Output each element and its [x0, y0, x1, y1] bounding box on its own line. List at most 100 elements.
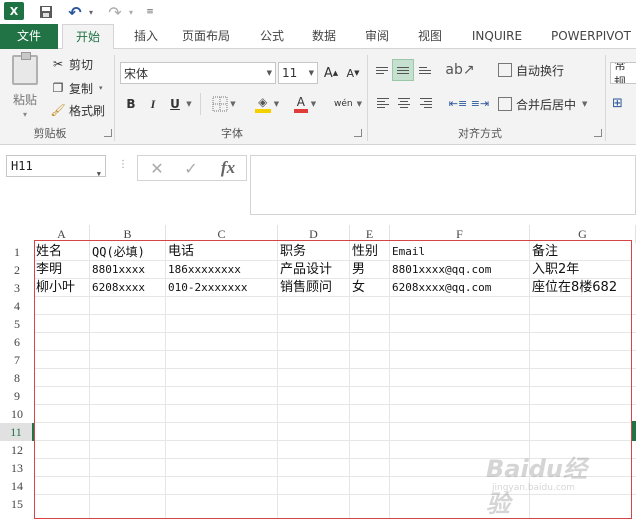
cell-g2[interactable]: 入职2年	[530, 261, 632, 279]
number-format-select[interactable]: 常规	[610, 62, 636, 84]
tab-powerpivot[interactable]: POWERPIVOT	[546, 24, 636, 49]
alignment-launcher-icon[interactable]	[594, 129, 602, 137]
increase-indent-button[interactable]: ≡⇥	[470, 93, 490, 113]
redo-dropdown-icon[interactable]: ▾	[126, 2, 136, 22]
font-size-select[interactable]: 11 ▼	[278, 62, 318, 84]
formula-bar-grip-icon[interactable]: ⋮	[118, 159, 128, 170]
align-bottom-button[interactable]	[416, 61, 434, 79]
font-launcher-icon[interactable]	[354, 129, 362, 137]
cell-e1[interactable]: 性别	[350, 243, 390, 261]
font-color-button[interactable]: A ▼	[288, 93, 322, 115]
row-header[interactable]: 5	[0, 315, 34, 333]
cancel-icon[interactable]: ✕	[144, 156, 170, 180]
italic-button[interactable]: I	[146, 93, 160, 115]
cell-g3[interactable]: 座位在8楼682	[530, 279, 632, 297]
cell-a2[interactable]: 李明	[34, 261, 90, 279]
tab-home[interactable]: 开始	[62, 24, 114, 50]
row-header[interactable]: 6	[0, 333, 34, 351]
row-header[interactable]: 7	[0, 351, 34, 369]
cell-a3[interactable]: 柳小叶	[34, 279, 90, 297]
cell-d2[interactable]: 产品设计	[278, 261, 350, 279]
cell-d1[interactable]: 职务	[278, 243, 350, 261]
align-top-button[interactable]	[373, 61, 391, 79]
row-header[interactable]: 8	[0, 369, 34, 387]
row-header[interactable]: 15	[0, 495, 34, 513]
formula-input[interactable]	[250, 155, 636, 215]
tab-page-layout[interactable]: 页面布局	[178, 24, 234, 49]
select-all-corner[interactable]	[0, 225, 34, 243]
align-right-button[interactable]	[416, 93, 436, 113]
format-painter-button[interactable]: 🖌 格式刷	[50, 101, 105, 119]
column-header-f[interactable]: F	[390, 225, 530, 243]
column-header-g[interactable]: G	[530, 225, 636, 243]
bold-button[interactable]: B	[124, 93, 138, 115]
cut-button[interactable]: ✂ 剪切	[50, 55, 93, 73]
chevron-down-icon[interactable]: ▾	[99, 84, 103, 92]
undo-icon[interactable]: ↶	[66, 2, 84, 22]
align-center-button[interactable]	[394, 93, 414, 113]
row-header[interactable]: 1	[0, 243, 34, 261]
cell-e3[interactable]: 女	[350, 279, 390, 297]
cell-f1[interactable]: Email	[390, 243, 530, 261]
tab-inquire[interactable]: INQUIRE	[462, 24, 532, 49]
tab-insert[interactable]: 插入	[126, 24, 166, 49]
insert-function-icon[interactable]: fx	[214, 156, 242, 180]
tab-data[interactable]: 数据	[304, 24, 344, 49]
cell-c2[interactable]: 186xxxxxxxx	[166, 261, 278, 279]
row-header[interactable]: 12	[0, 441, 34, 459]
accounting-format-icon[interactable]: ⊞	[612, 93, 632, 113]
fill-color-button[interactable]: ◈ ▼	[250, 93, 284, 115]
phonetic-guide-button[interactable]: wén ▼	[328, 93, 368, 115]
column-header-b[interactable]: B	[90, 225, 166, 243]
decrease-indent-button[interactable]: ⇤≡	[448, 93, 468, 113]
cell-b3[interactable]: 6208xxxx	[90, 279, 166, 297]
cell-b2[interactable]: 8801xxxx	[90, 261, 166, 279]
column-header-c[interactable]: C	[166, 225, 278, 243]
undo-dropdown-icon[interactable]: ▾	[86, 2, 96, 22]
column-header-d[interactable]: D	[278, 225, 350, 243]
customize-qat-icon[interactable]: ≡	[144, 2, 156, 22]
cell-b1[interactable]: QQ(必填)	[90, 243, 166, 261]
name-box[interactable]: H11 ▼	[6, 155, 106, 178]
align-left-button[interactable]	[373, 93, 393, 113]
column-header-a[interactable]: A	[34, 225, 90, 243]
enter-icon[interactable]: ✓	[178, 156, 204, 180]
tab-review[interactable]: 审阅	[357, 24, 397, 49]
row-header[interactable]: 10	[0, 405, 34, 423]
cell-c1[interactable]: 电话	[166, 243, 278, 261]
merge-center-button[interactable]: 合并后居中 ▼	[498, 93, 602, 115]
cell-f2[interactable]: 8801xxxx@qq.com	[390, 261, 530, 279]
row-header[interactable]: 9	[0, 387, 34, 405]
align-middle-button[interactable]	[392, 59, 414, 81]
decrease-font-size-button[interactable]: A ▼	[344, 62, 362, 84]
cell-c3[interactable]: 010-2xxxxxxx	[166, 279, 278, 297]
tab-file[interactable]: 文件	[0, 24, 58, 49]
row-header[interactable]: 13	[0, 459, 34, 477]
cell-d3[interactable]: 销售顾问	[278, 279, 350, 297]
tab-view[interactable]: 视图	[410, 24, 450, 49]
clipboard-launcher-icon[interactable]	[104, 129, 112, 137]
group-divider	[114, 55, 115, 141]
save-icon[interactable]	[36, 2, 56, 22]
wrap-text-button[interactable]: 自动换行	[498, 59, 578, 81]
orientation-button[interactable]: ab↗	[445, 59, 474, 81]
row-header[interactable]: 3	[0, 279, 34, 297]
underline-button[interactable]: U	[168, 93, 182, 115]
increase-font-size-button[interactable]: A ▲	[322, 62, 340, 84]
cell-a1[interactable]: 姓名	[34, 243, 90, 261]
borders-button[interactable]: ▼	[208, 93, 240, 115]
redo-icon[interactable]: ↷	[106, 2, 124, 22]
cell-g1[interactable]: 备注	[530, 243, 632, 261]
row-header-active[interactable]: 11	[0, 423, 34, 441]
cell-e2[interactable]: 男	[350, 261, 390, 279]
row-header[interactable]: 4	[0, 297, 34, 315]
copy-button[interactable]: ❐ 复制 ▾	[50, 79, 103, 97]
tab-formulas[interactable]: 公式	[252, 24, 292, 49]
font-name-select[interactable]: 宋体 ▼	[120, 62, 276, 84]
column-header-e[interactable]: E	[350, 225, 390, 243]
paste-button[interactable]: 粘贴 ▾	[8, 52, 42, 119]
cell-f3[interactable]: 6208xxxx@qq.com	[390, 279, 530, 297]
row-header[interactable]: 2	[0, 261, 34, 279]
chevron-down-icon[interactable]: ▼	[184, 93, 194, 115]
row-header[interactable]: 14	[0, 477, 34, 495]
